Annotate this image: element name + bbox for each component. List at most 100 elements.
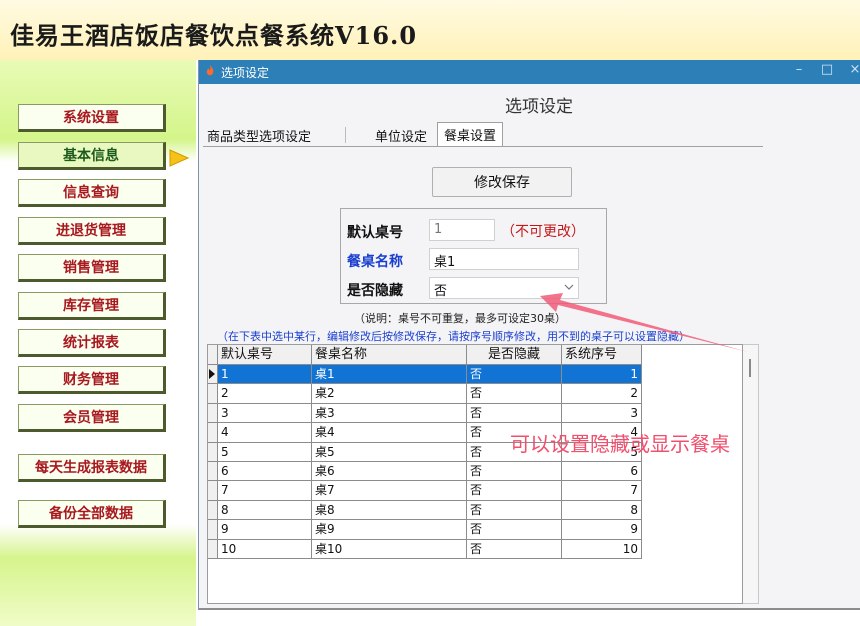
cell-default-no[interactable]: 10 — [218, 539, 312, 559]
table-row[interactable]: 9 桌9 否 9 — [208, 520, 642, 540]
nav-button-reports[interactable]: 统计报表 — [18, 329, 166, 357]
hidden-select[interactable]: 否 — [429, 277, 579, 299]
table-row[interactable]: 8 桌8 否 8 — [208, 500, 642, 521]
cell-sys-no[interactable]: 1 — [562, 365, 642, 385]
left-nav-panel: 系统设置 基本信息 信息查询 进退货管理 销售管理 库存管理 统计报表 财务管理… — [0, 60, 196, 626]
row-indicator[interactable] — [208, 403, 218, 424]
row-indicator[interactable] — [208, 539, 218, 559]
maximize-button[interactable]: □ — [817, 62, 837, 77]
row-indicator[interactable] — [208, 500, 218, 521]
cell-table-name[interactable]: 桌7 — [312, 481, 467, 501]
col-header-default-no[interactable]: 默认桌号 — [218, 345, 312, 365]
options-panel: 选项设定 商品类型选项设定 单位设定 餐桌设置 修改保存 默认桌号 1 （不可更… — [199, 84, 860, 610]
panel-title: 选项设定 — [505, 97, 573, 117]
cell-default-no[interactable]: 4 — [218, 423, 312, 443]
nav-button-purchase-return[interactable]: 进退货管理 — [18, 217, 166, 245]
cell-sys-no[interactable]: 3 — [562, 403, 642, 424]
table-name-field[interactable]: 桌1 — [429, 248, 579, 270]
close-button[interactable]: × — [845, 62, 860, 77]
cell-hidden[interactable]: 否 — [467, 461, 562, 482]
hidden-select-value: 否 — [434, 284, 448, 299]
flame-icon — [206, 65, 214, 76]
arrow-right-icon — [169, 149, 190, 167]
col-header-hidden[interactable]: 是否隐藏 — [467, 345, 562, 365]
grid-corner — [208, 345, 218, 365]
cell-default-no[interactable]: 9 — [218, 520, 312, 540]
cell-table-name[interactable]: 桌10 — [312, 539, 467, 559]
cell-default-no[interactable]: 7 — [218, 481, 312, 501]
cell-sys-no[interactable]: 7 — [562, 481, 642, 501]
nav-button-system-settings[interactable]: 系统设置 — [18, 104, 166, 132]
row-indicator[interactable] — [208, 442, 218, 462]
annotation-text: 可以设置隐藏或显示餐桌 — [510, 432, 730, 456]
default-no-label: 默认桌号 — [347, 225, 403, 241]
nav-button-sales[interactable]: 销售管理 — [18, 254, 166, 282]
cell-table-name[interactable]: 桌9 — [312, 520, 467, 540]
window-title: 选项设定 — [221, 66, 270, 80]
table-grid: 默认桌号 餐桌名称 是否隐藏 系统序号 1 桌1 否 1 2 桌2 否 2 3 桌3 否 3 4 桌4 否 4… — [207, 344, 743, 604]
cell-hidden[interactable]: 否 — [467, 481, 562, 501]
hint-note: （说明：桌号不可重复，最多可设定30桌） — [354, 312, 566, 325]
tab-unit-settings[interactable]: 单位设定 — [375, 126, 427, 145]
save-button[interactable]: 修改保存 — [432, 167, 572, 197]
app-title: 佳易王酒店饭店餐饮点餐系统V16.0 — [10, 21, 418, 50]
cell-default-no[interactable]: 5 — [218, 442, 312, 462]
table-row[interactable]: 10 桌10 否 10 — [208, 539, 642, 559]
row-indicator[interactable] — [208, 520, 218, 540]
cell-sys-no[interactable]: 9 — [562, 520, 642, 540]
cell-hidden[interactable]: 否 — [467, 403, 562, 424]
cell-table-name[interactable]: 桌1 — [312, 365, 467, 385]
tab-table-settings[interactable]: 餐桌设置 — [437, 122, 504, 146]
nav-button-finance[interactable]: 财务管理 — [18, 366, 166, 394]
cell-hidden[interactable]: 否 — [467, 384, 562, 404]
table-row[interactable]: 2 桌2 否 2 — [208, 384, 642, 404]
table-row[interactable]: 7 桌7 否 7 — [208, 481, 642, 501]
cell-default-no[interactable]: 1 — [218, 365, 312, 385]
nav-button-daily-report[interactable]: 每天生成报表数据 — [18, 454, 166, 482]
cell-default-no[interactable]: 2 — [218, 384, 312, 404]
cell-sys-no[interactable]: 2 — [562, 384, 642, 404]
default-no-note: （不可更改） — [501, 224, 585, 240]
row-indicator[interactable] — [208, 461, 218, 482]
cell-table-name[interactable]: 桌2 — [312, 384, 467, 404]
cell-table-name[interactable]: 桌3 — [312, 403, 467, 424]
row-indicator[interactable] — [208, 481, 218, 501]
col-header-table-name[interactable]: 餐桌名称 — [312, 345, 467, 365]
grid-header: 默认桌号 餐桌名称 是否隐藏 系统序号 — [208, 345, 642, 365]
nav-button-basic-info[interactable]: 基本信息 — [18, 142, 166, 170]
options-window: 选项设定 – □ × 选项设定 商品类型选项设定 单位设定 餐桌设置 修改保存 … — [198, 60, 860, 610]
cell-table-name[interactable]: 桌8 — [312, 500, 467, 521]
cell-default-no[interactable]: 3 — [218, 403, 312, 424]
cell-table-name[interactable]: 桌4 — [312, 423, 467, 443]
cell-default-no[interactable]: 6 — [218, 461, 312, 482]
row-indicator[interactable] — [208, 365, 218, 385]
cell-default-no[interactable]: 8 — [218, 500, 312, 521]
cell-hidden[interactable]: 否 — [467, 520, 562, 540]
nav-button-backup[interactable]: 备份全部数据 — [18, 500, 166, 528]
cell-sys-no[interactable]: 6 — [562, 461, 642, 482]
col-header-sys-no[interactable]: 系统序号 — [562, 345, 642, 365]
tab-content: 修改保存 默认桌号 1 （不可更改） 餐桌名称 桌1 是否隐藏 否 （说明：桌号… — [203, 146, 763, 604]
table-row[interactable]: 3 桌3 否 3 — [208, 403, 642, 424]
cell-table-name[interactable]: 桌6 — [312, 461, 467, 482]
nav-button-inventory[interactable]: 库存管理 — [18, 292, 166, 320]
minimize-button[interactable]: – — [789, 62, 809, 77]
cell-hidden[interactable]: 否 — [467, 500, 562, 521]
cell-hidden[interactable]: 否 — [467, 539, 562, 559]
tab-product-type[interactable]: 商品类型选项设定 — [207, 126, 311, 145]
cell-sys-no[interactable]: 8 — [562, 500, 642, 521]
row-indicator[interactable] — [208, 384, 218, 404]
nav-button-info-query[interactable]: 信息查询 — [18, 179, 166, 207]
tab-bar: 商品类型选项设定 单位设定 餐桌设置 — [205, 122, 765, 146]
table-row[interactable]: 1 桌1 否 1 — [208, 365, 642, 385]
row-indicator[interactable] — [208, 423, 218, 443]
cell-hidden[interactable]: 否 — [467, 365, 562, 385]
scrollbar-thumb[interactable] — [749, 359, 751, 377]
cell-sys-no[interactable]: 10 — [562, 539, 642, 559]
nav-button-members[interactable]: 会员管理 — [18, 404, 166, 432]
cell-table-name[interactable]: 桌5 — [312, 442, 467, 462]
table-row[interactable]: 6 桌6 否 6 — [208, 461, 642, 482]
window-titlebar[interactable]: 选项设定 – □ × — [199, 60, 860, 84]
default-no-field: 1 — [429, 219, 495, 241]
grid-scrollbar[interactable] — [743, 344, 759, 604]
